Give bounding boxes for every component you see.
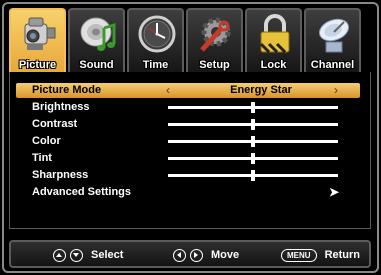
right-arrow-button-icon bbox=[190, 248, 203, 262]
up-arrow-button-icon bbox=[53, 248, 66, 262]
tab-label: Time bbox=[142, 59, 169, 71]
return-hint: MENU Return bbox=[281, 246, 360, 264]
color-row[interactable]: Color bbox=[16, 134, 360, 149]
down-arrow-button-icon bbox=[70, 248, 83, 262]
menu-button-icon: MENU bbox=[281, 248, 317, 262]
slider-thumb[interactable] bbox=[251, 153, 255, 164]
chevron-right-icon[interactable]: › bbox=[334, 83, 338, 98]
brightness-label: Brightness bbox=[32, 101, 90, 113]
sharpness-slider[interactable] bbox=[168, 170, 338, 181]
tab-label: Setup bbox=[199, 59, 230, 71]
tab-time[interactable]: Time bbox=[127, 8, 184, 72]
tint-slider[interactable] bbox=[168, 153, 338, 164]
brightness-row[interactable]: Brightness bbox=[16, 100, 360, 115]
tab-label: Sound bbox=[79, 59, 114, 71]
picture-mode-label: Picture Mode bbox=[32, 84, 102, 96]
left-arrow-button-icon bbox=[173, 248, 186, 262]
tab-lock[interactable]: Lock bbox=[245, 8, 302, 72]
advanced-settings-row[interactable]: Advanced Settings ➤ bbox=[16, 185, 360, 200]
satellite-dish-icon bbox=[318, 18, 350, 53]
slider-thumb[interactable] bbox=[251, 119, 255, 130]
contrast-row[interactable]: Contrast bbox=[16, 117, 360, 132]
picture-settings-panel: Picture Mode ‹ Energy Star › Brightness … bbox=[9, 72, 371, 229]
help-bar: Select Move MENU Return bbox=[9, 240, 371, 268]
color-slider[interactable] bbox=[168, 136, 338, 147]
contrast-slider[interactable] bbox=[168, 119, 338, 130]
advanced-settings-label: Advanced Settings bbox=[32, 186, 132, 198]
chevron-right-icon: ➤ bbox=[329, 185, 340, 199]
tab-channel[interactable]: Channel bbox=[304, 8, 361, 72]
sharpness-row[interactable]: Sharpness bbox=[16, 168, 360, 183]
padlock-icon bbox=[259, 14, 290, 54]
move-label: Move bbox=[211, 249, 240, 261]
gear-wrench-icon bbox=[200, 17, 231, 52]
return-label: Return bbox=[324, 249, 361, 261]
tint-label: Tint bbox=[32, 152, 52, 164]
speaker-note-icon bbox=[80, 17, 116, 51]
tab-label: Lock bbox=[260, 59, 287, 71]
clock-icon bbox=[138, 15, 176, 53]
contrast-label: Contrast bbox=[32, 118, 78, 130]
tint-row[interactable]: Tint bbox=[16, 151, 360, 166]
select-label: Select bbox=[91, 249, 124, 261]
tab-setup[interactable]: Setup bbox=[186, 8, 243, 72]
slider-thumb[interactable] bbox=[251, 170, 255, 181]
picture-mode-value: Energy Star bbox=[230, 84, 292, 96]
sharpness-label: Sharpness bbox=[32, 169, 89, 181]
tab-sound[interactable]: Sound bbox=[68, 8, 125, 72]
select-hint: Select bbox=[53, 246, 123, 264]
move-hint: Move bbox=[173, 246, 239, 264]
tab-picture[interactable]: Picture bbox=[9, 8, 66, 72]
picture-mode-row[interactable]: Picture Mode ‹ Energy Star › bbox=[16, 83, 360, 98]
tab-bar: Picture Sound Time Setup Lock Channel bbox=[9, 8, 361, 72]
brightness-slider[interactable] bbox=[168, 102, 338, 113]
tab-label: Channel bbox=[310, 59, 355, 71]
slider-thumb[interactable] bbox=[251, 102, 255, 113]
tab-label: Picture bbox=[18, 59, 57, 71]
slider-thumb[interactable] bbox=[251, 136, 255, 147]
chevron-left-icon[interactable]: ‹ bbox=[166, 83, 170, 98]
camcorder-icon bbox=[24, 17, 56, 50]
color-label: Color bbox=[32, 135, 61, 147]
